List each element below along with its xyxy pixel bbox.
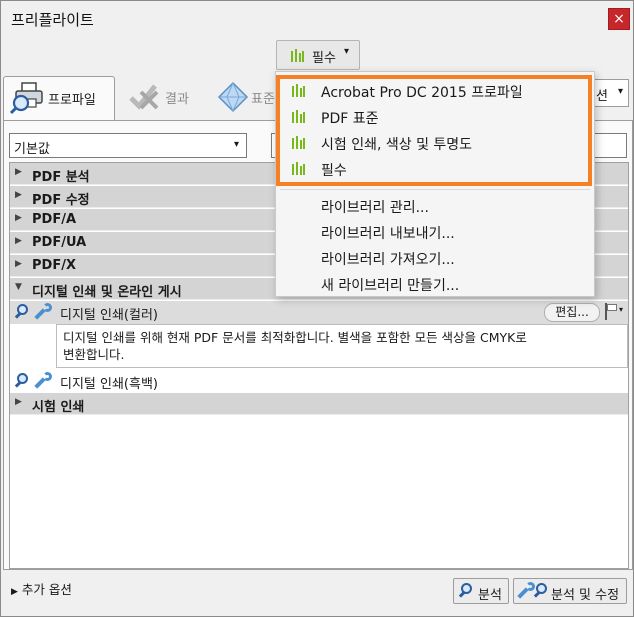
magnify-icon[interactable] [14,304,30,320]
menu-item-acrobat-pro-dc-2015[interactable]: Acrobat Pro DC 2015 프로파일 [276,77,594,103]
library-select-label: 필수 [312,51,336,66]
tab-profiles[interactable]: 프로파일 [3,76,115,120]
library-bars-icon [291,49,304,62]
profile-description: 디지털 인쇄를 위해 현재 PDF 문서를 최적화합니다. 별색을 포함한 모든… [56,324,628,368]
checkmark-x-icon [129,84,159,110]
menu-item-label: 라이브러리 내보내기... [321,226,455,242]
category-label: PDF/A [32,212,77,227]
expand-arrow-icon[interactable]: ▶ [15,167,22,177]
menu-item-new-library[interactable]: 새 라이브러리 만들기... [276,270,594,296]
expand-arrow-icon[interactable]: ▶ [15,213,22,223]
analyze-and-fix-label: 분석 및 수정 [551,588,620,603]
library-menu: Acrobat Pro DC 2015 프로파일 PDF 표준 시험 인쇄, 색… [275,71,595,297]
menu-item-export-library[interactable]: 라이브러리 내보내기... [276,218,594,244]
profile-row-digital-print-color[interactable]: 디지털 인쇄(컬러) 편집... ▾ [10,301,628,324]
menu-item-label: 라이브러리 가져오기... [321,252,455,268]
options-dropdown[interactable]: 션 ▾ [591,79,629,107]
library-bars-icon [292,110,305,123]
category-label: PDF 분석 [32,170,90,185]
wrench-icon[interactable] [34,372,52,390]
category-label: PDF/X [32,258,76,273]
menu-item-label: PDF 표준 [321,111,379,127]
profile-filter-value: 기본값 [14,142,50,157]
flag-icon[interactable]: ▾ [604,303,626,321]
menu-item-label: 새 라이브러리 만들기... [321,278,460,294]
menu-item-label: 라이브러리 관리... [321,200,429,216]
description-line: 변환합니다. [63,347,125,362]
menu-item-manage-libraries[interactable]: 라이브러리 관리... [276,192,594,218]
library-bars-icon [292,162,305,175]
analyze-label: 분석 [478,588,502,603]
menu-separator [280,189,590,190]
menu-item-label: Acrobat Pro DC 2015 프로파일 [321,85,523,101]
menu-item-label: 필수 [321,163,347,179]
magnify-icon [533,583,549,599]
expand-arrow-icon[interactable]: ▶ [15,397,22,407]
category-proof-print[interactable]: ▶ 시험 인쇄 [10,393,628,415]
category-label: PDF 수정 [32,193,90,208]
more-options-label: 추가 옵션 [21,582,72,597]
close-icon: × [613,11,625,27]
chevron-down-icon: ▾ [618,86,624,97]
tab-results-label: 결과 [165,92,189,107]
close-button[interactable]: × [608,8,630,30]
profile-label: 디지털 인쇄(흑백) [60,377,158,392]
menu-item-pdf-standards[interactable]: PDF 표준 [276,103,594,129]
menu-item-essentials[interactable]: 필수 [276,155,594,181]
expand-arrow-icon[interactable]: ▶ [15,236,22,246]
menu-item-label: 시험 인쇄, 색상 및 투명도 [321,137,473,153]
expand-arrow-icon: ▶ [11,587,18,597]
menu-item-import-library[interactable]: 라이브러리 가져오기... [276,244,594,270]
tab-results[interactable]: 결과 [125,76,205,120]
tab-standards-label: 표준 [251,92,275,107]
profile-label: 디지털 인쇄(컬러) [60,308,158,323]
category-label: PDF/UA [32,235,87,250]
more-options-toggle[interactable]: ▶ 추가 옵션 [11,579,72,598]
tab-profiles-label: 프로파일 [48,93,96,108]
library-select-button[interactable]: 필수 ▾ [276,40,360,70]
library-bars-icon [292,136,305,149]
diamond-icon [217,81,249,113]
profile-row-digital-print-bw[interactable]: 디지털 인쇄(흑백) [10,370,628,393]
category-label: 시험 인쇄 [32,400,85,415]
collapse-arrow-icon[interactable]: ▼ [15,282,22,292]
printer-magnify-icon [10,82,43,115]
description-line: 디지털 인쇄를 위해 현재 PDF 문서를 최적화합니다. 별색을 포함한 모든… [63,330,527,345]
menu-item-proof-color-transparency[interactable]: 시험 인쇄, 색상 및 투명도 [276,129,594,155]
analyze-and-fix-button[interactable]: 분석 및 수정 [513,578,627,604]
magnify-icon [458,583,474,599]
window-title: 프리플라이트 [11,11,94,29]
edit-profile-button[interactable]: 편집... [544,303,600,322]
title-bar: 프리플라이트 × [1,1,633,37]
analyze-button[interactable]: 분석 [453,578,509,604]
wrench-icon[interactable] [34,303,52,321]
expand-arrow-icon[interactable]: ▶ [15,190,22,200]
chevron-down-icon: ▾ [234,139,240,150]
preflight-window: 프리플라이트 × 필수 ▾ 프로파일 결과 표준 션 ▾ 기본값 ▾ ▶ PDF… [0,0,634,617]
options-dropdown-label: 션 [596,89,608,104]
expand-arrow-icon[interactable]: ▶ [15,259,22,269]
category-label: 디지털 인쇄 및 온라인 게시 [32,285,182,300]
magnify-icon[interactable] [14,373,30,389]
tab-standards[interactable]: 표준 [215,76,275,120]
profile-filter-select[interactable]: 기본값 ▾ [9,133,247,158]
chevron-down-icon: ▾ [344,46,350,57]
library-bars-icon [292,84,305,97]
